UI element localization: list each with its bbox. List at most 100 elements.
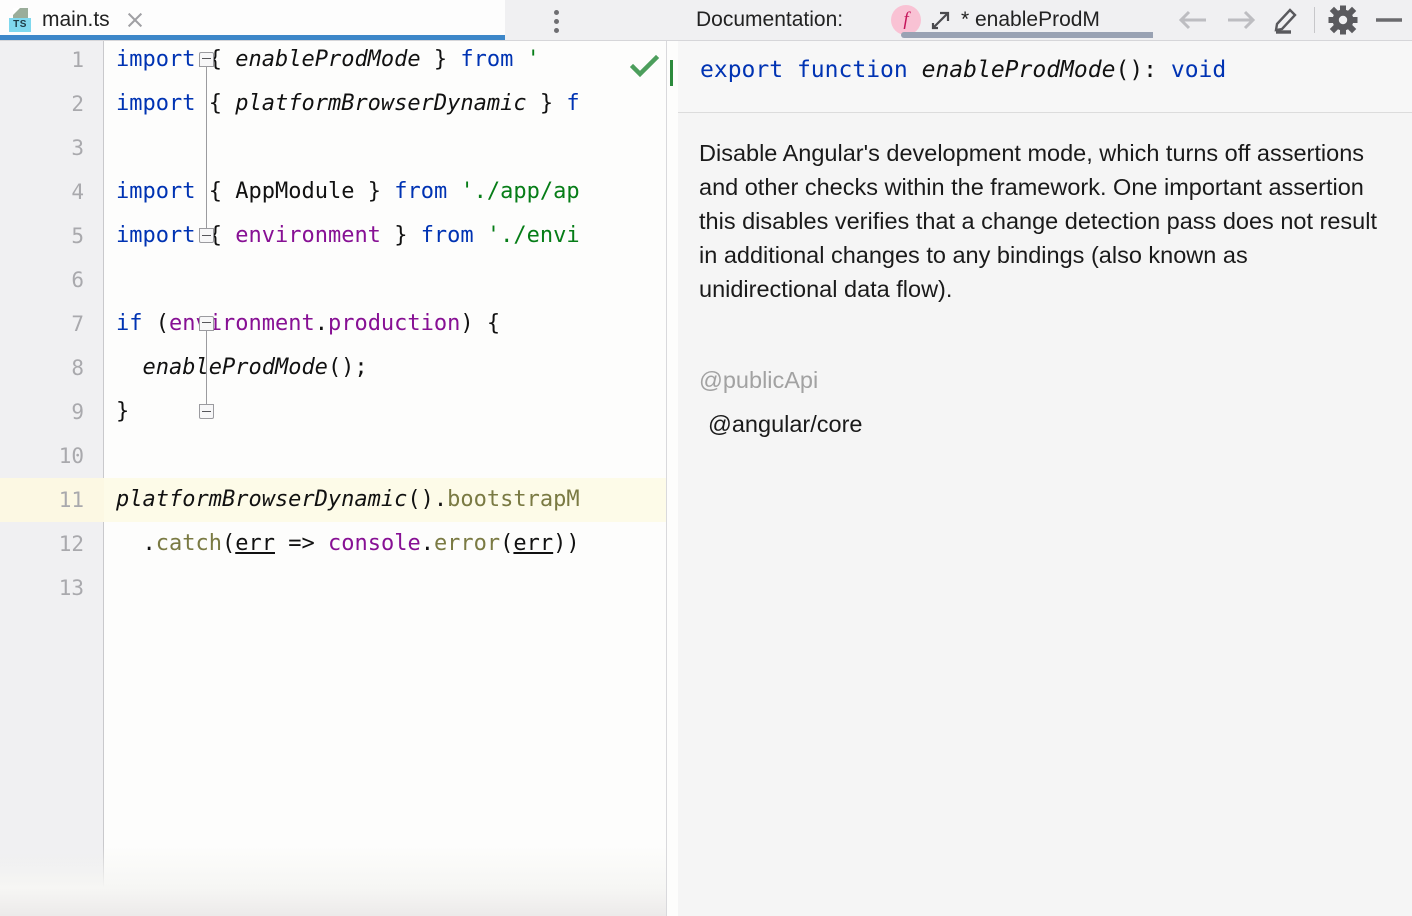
editor-marker-scrollbar[interactable] bbox=[666, 41, 678, 916]
code-line[interactable]: 2 import { platformBrowserDynamic } f bbox=[0, 82, 668, 126]
code-token: => bbox=[275, 531, 328, 556]
more-options-icon[interactable] bbox=[552, 6, 560, 34]
code-token bbox=[553, 91, 566, 116]
code-line-text[interactable]: .catch(err => console.error(err)) bbox=[116, 522, 580, 566]
documentation-tab-title: * enableProdM bbox=[961, 8, 1100, 32]
line-number[interactable]: 13 bbox=[0, 566, 84, 610]
code-line-text[interactable]: import { enableProdMode } from ' bbox=[116, 38, 540, 82]
line-number[interactable]: 12 bbox=[0, 522, 84, 566]
code-token: } bbox=[394, 223, 407, 248]
line-number[interactable]: 11 bbox=[0, 478, 84, 522]
code-token: environment bbox=[169, 311, 315, 336]
inspection-ok-checkmark-icon[interactable] bbox=[630, 54, 660, 80]
signature-function-name: enableProdMode bbox=[922, 57, 1116, 83]
code-line[interactable]: 3 bbox=[0, 126, 668, 170]
settings-button[interactable] bbox=[1320, 0, 1366, 40]
line-number[interactable]: 10 bbox=[0, 434, 84, 478]
code-line[interactable]: 5 import { environment } from './envi bbox=[0, 214, 668, 258]
code-line[interactable]: 4 import { AppModule } from './app/ap bbox=[0, 170, 668, 214]
line-number[interactable]: 1 bbox=[0, 38, 84, 82]
close-icon[interactable] bbox=[124, 9, 146, 31]
code-token: } bbox=[434, 47, 447, 72]
code-token: ( bbox=[500, 531, 513, 556]
editor-tab-main-ts[interactable]: TS main.ts bbox=[0, 0, 505, 40]
code-token: if bbox=[116, 311, 143, 336]
code-line[interactable]: 10 bbox=[0, 434, 668, 478]
code-token: platformBrowserDynamic bbox=[235, 91, 526, 116]
code-token: AppModule bbox=[235, 179, 354, 204]
line-number[interactable]: 8 bbox=[0, 346, 84, 390]
documentation-tab[interactable]: f * enableProdM bbox=[891, 0, 1153, 40]
code-line[interactable]: 9} bbox=[0, 390, 668, 434]
code-line[interactable]: 13 bbox=[0, 566, 668, 610]
back-button[interactable] bbox=[1171, 0, 1217, 40]
code-line[interactable]: 1 import { enableProdMode } from ' bbox=[0, 38, 668, 82]
line-number[interactable]: 3 bbox=[0, 126, 84, 170]
code-token bbox=[421, 47, 434, 72]
code-token: environment bbox=[235, 223, 381, 248]
code-token: err bbox=[513, 531, 553, 556]
code-token: from bbox=[394, 179, 447, 204]
line-number[interactable]: 9 bbox=[0, 390, 84, 434]
external-link-icon[interactable] bbox=[929, 9, 951, 31]
line-number[interactable]: 4 bbox=[0, 170, 84, 214]
code-token: )) bbox=[553, 531, 580, 556]
minimize-button[interactable] bbox=[1366, 0, 1412, 40]
code-token: . bbox=[315, 311, 328, 336]
code-token bbox=[527, 91, 540, 116]
code-token: catch bbox=[156, 531, 222, 556]
code-line[interactable]: 11 platformBrowserDynamic().bootstrapM bbox=[0, 478, 668, 522]
code-line[interactable]: 12 .catch(err => console.error(err)) bbox=[0, 522, 668, 566]
ts-badge-label: TS bbox=[9, 18, 31, 32]
code-editor-area[interactable]: 1 import { enableProdMode } from ' 2 import… bbox=[0, 41, 678, 916]
code-line-text[interactable]: if (environment.production) { bbox=[116, 302, 500, 346]
typescript-file-icon: TS bbox=[8, 7, 32, 33]
code-line[interactable]: 6 bbox=[0, 258, 668, 302]
code-line[interactable]: 8 enableProdMode(); bbox=[0, 346, 668, 390]
line-number[interactable]: 2 bbox=[0, 82, 84, 126]
documentation-description: Disable Angular's development mode, whic… bbox=[699, 136, 1389, 306]
forward-button[interactable] bbox=[1217, 0, 1263, 40]
code-line-text[interactable]: enableProdMode(); bbox=[116, 346, 368, 390]
fold-region-arm bbox=[206, 331, 207, 404]
fold-region-end-icon[interactable] bbox=[199, 404, 215, 420]
code-token bbox=[354, 179, 367, 204]
documentation-toolbar bbox=[1171, 0, 1412, 40]
code-line-text[interactable]: import { AppModule } from './app/ap bbox=[116, 170, 580, 214]
code-token: f bbox=[566, 91, 579, 116]
code-folding-column[interactable] bbox=[104, 41, 116, 916]
code-token: . bbox=[421, 531, 434, 556]
signature-return-type: void bbox=[1171, 57, 1226, 83]
fold-region-start-icon[interactable] bbox=[199, 316, 215, 332]
code-token: from bbox=[421, 223, 474, 248]
editor-tab-strip: TS main.ts bbox=[0, 0, 678, 41]
line-number[interactable]: 6 bbox=[0, 258, 84, 302]
fold-region-end-icon[interactable] bbox=[199, 228, 215, 244]
code-line-text[interactable]: platformBrowserDynamic().bootstrapM bbox=[116, 478, 580, 522]
fold-region-start-icon[interactable] bbox=[199, 52, 215, 68]
line-number[interactable]: 7 bbox=[0, 302, 84, 346]
code-token bbox=[381, 223, 394, 248]
code-token: import bbox=[116, 223, 195, 248]
code-token: production bbox=[328, 311, 460, 336]
documentation-label: Documentation: bbox=[696, 0, 843, 40]
line-number[interactable]: 5 bbox=[0, 214, 84, 258]
function-symbol-icon: f bbox=[891, 5, 921, 35]
code-line[interactable]: 7 if (environment.production) { bbox=[0, 302, 668, 346]
code-token: ( bbox=[143, 311, 170, 336]
toolbar-separator bbox=[1314, 7, 1315, 33]
edit-source-button[interactable] bbox=[1263, 0, 1309, 40]
code-line-text[interactable]: import { environment } from './envi bbox=[116, 214, 580, 258]
editor-tab-filename: main.ts bbox=[42, 8, 110, 32]
code-token: './envi bbox=[487, 223, 580, 248]
code-token bbox=[447, 47, 460, 72]
code-token: (); bbox=[328, 355, 368, 380]
code-lines[interactable]: 1 import { enableProdMode } from ' 2 import… bbox=[0, 41, 668, 916]
code-token: platformBrowserDynamic bbox=[116, 487, 407, 512]
code-token: ) { bbox=[460, 311, 500, 336]
documentation-body[interactable]: Disable Angular's development mode, whic… bbox=[678, 114, 1412, 916]
code-line-text[interactable]: } bbox=[116, 390, 129, 434]
code-line-text[interactable]: import { platformBrowserDynamic } f bbox=[116, 82, 580, 126]
code-token: ( bbox=[222, 531, 235, 556]
code-token: . bbox=[116, 531, 156, 556]
